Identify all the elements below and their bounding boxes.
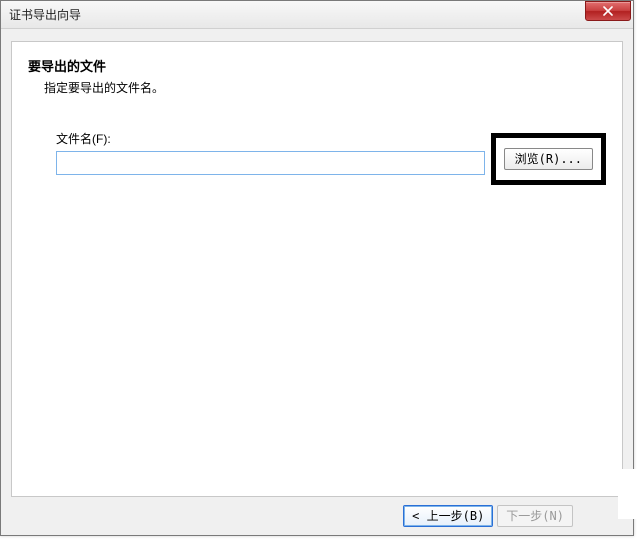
close-button[interactable] — [585, 1, 631, 21]
content-area: 要导出的文件 指定要导出的文件名。 文件名(F): 浏览(R)... < 上一步… — [1, 29, 633, 535]
browse-button[interactable]: 浏览(R)... — [504, 148, 593, 170]
wizard-panel: 要导出的文件 指定要导出的文件名。 文件名(F): 浏览(R)... — [11, 41, 623, 497]
filename-input[interactable] — [56, 151, 485, 175]
wizard-window: 证书导出向导 要导出的文件 指定要导出的文件名。 文件名(F): 浏览(R)..… — [0, 0, 634, 536]
filename-row: 浏览(R)... — [56, 151, 606, 185]
window-title: 证书导出向导 — [9, 6, 81, 23]
back-button[interactable]: < 上一步(B) — [403, 505, 493, 527]
section-subheading: 指定要导出的文件名。 — [44, 79, 606, 96]
filename-block: 文件名(F): 浏览(R)... — [56, 130, 606, 185]
titlebar: 证书导出向导 — [1, 1, 633, 29]
section-heading: 要导出的文件 — [28, 56, 606, 75]
close-icon — [603, 6, 613, 16]
browse-highlight: 浏览(R)... — [491, 133, 606, 185]
filename-input-wrap — [56, 151, 485, 185]
wizard-buttons: < 上一步(B) 下一步(N) 取消 — [11, 505, 623, 527]
screenshot-artifact — [618, 469, 640, 519]
next-button[interactable]: 下一步(N) — [497, 505, 573, 527]
